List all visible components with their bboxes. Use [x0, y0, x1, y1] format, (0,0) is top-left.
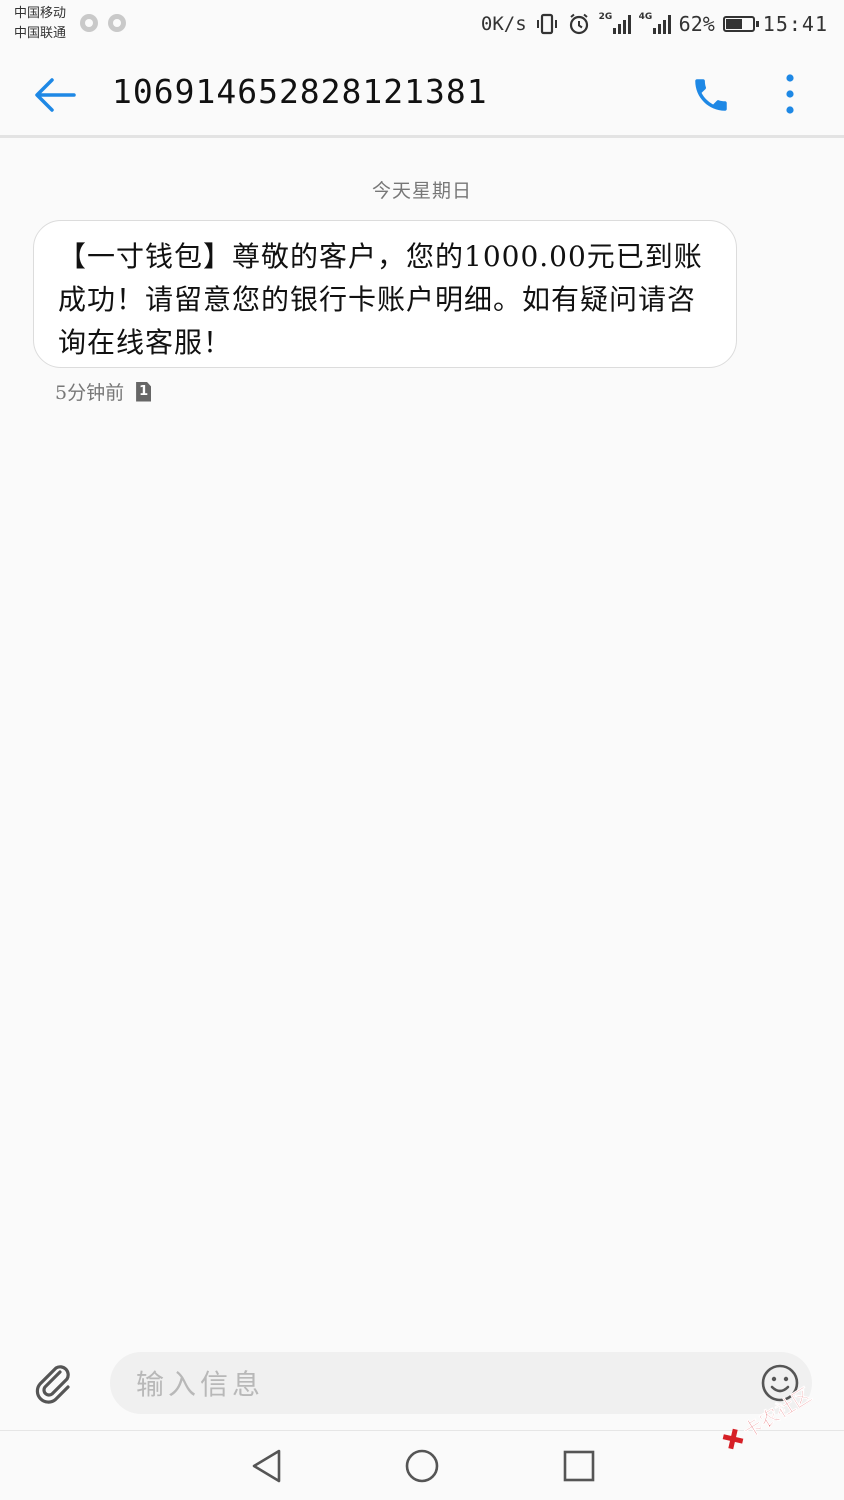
message-meta: 5分钟前 1: [55, 378, 152, 405]
status-bar: 中国移动 中国联通 0K/s 2G 4G 62% 15:41: [0, 0, 844, 48]
phone-icon: [695, 79, 727, 111]
contact-number: 106914652828121381: [112, 72, 488, 111]
nav-home-button[interactable]: [404, 1448, 440, 1484]
clock: 15:41: [762, 12, 828, 36]
triangle-back-icon: [252, 1449, 281, 1483]
more-vertical-icon: [786, 74, 794, 114]
sim-card-icon: 1: [136, 381, 152, 402]
net-speed: 0K/s: [480, 13, 527, 35]
square-recent-icon: [563, 1450, 595, 1482]
battery-percent: 62%: [678, 12, 715, 36]
signal-4g-tag: 4G: [638, 12, 653, 22]
battery-level: [725, 19, 742, 29]
compose-field: [110, 1352, 812, 1416]
carrier-2: 中国联通: [14, 26, 67, 41]
notification-telegram-icon: [108, 14, 126, 32]
carrier-1: 中国移动: [14, 6, 67, 21]
signal-4g-icon: 4G: [638, 12, 671, 34]
signal-2g-icon: 2G: [598, 12, 631, 34]
arrow-left-icon: [35, 78, 76, 112]
call-button[interactable]: [690, 74, 732, 116]
message-bubble[interactable]: 【一寸钱包】尊敬的客户，您的1000.00元已到账成功！请留意您的银行卡账户明细…: [33, 220, 737, 368]
more-options-button[interactable]: [772, 70, 808, 118]
attach-button[interactable]: [32, 1362, 76, 1406]
date-divider: 今天星期日: [371, 180, 472, 202]
battery-icon: [722, 16, 759, 32]
nav-recent-button[interactable]: [562, 1449, 596, 1483]
notification-app-icon: [80, 14, 98, 32]
paperclip-icon: [35, 1365, 70, 1404]
conversation-header: 106914652828121381: [0, 48, 844, 138]
notification-icons: [80, 14, 126, 32]
signal-2g-tag: 2G: [598, 12, 613, 22]
message-text: 【一寸钱包】尊敬的客户，您的1000.00元已到账成功！请留意您的银行卡账户明细…: [58, 240, 703, 359]
back-button[interactable]: [30, 74, 78, 116]
navigation-bar: [0, 1430, 844, 1500]
status-indicators: 0K/s 2G 4G 62% 15:41: [481, 10, 828, 38]
alarm-icon: [569, 13, 588, 35]
message-time: 5分钟前: [55, 382, 125, 404]
carrier-names: 中国移动 中国联通: [14, 4, 66, 44]
vibrate-icon: [536, 13, 557, 35]
nav-back-button[interactable]: [248, 1447, 284, 1485]
circle-home-icon: [405, 1449, 439, 1483]
message-input[interactable]: [134, 1352, 738, 1416]
